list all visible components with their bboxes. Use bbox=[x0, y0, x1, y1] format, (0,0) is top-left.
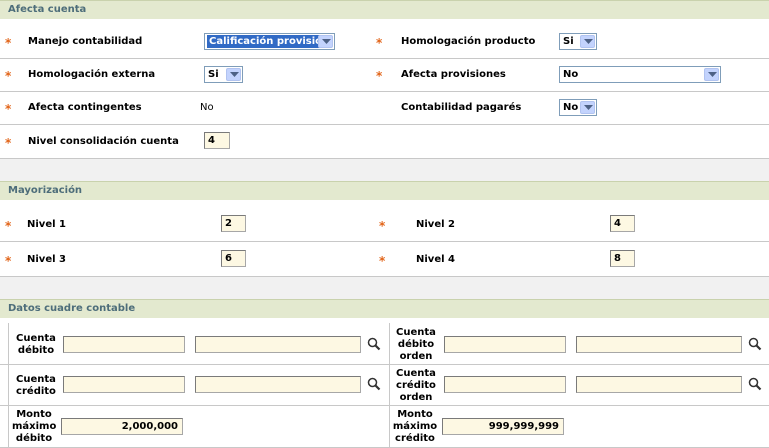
row-divider bbox=[0, 405, 769, 406]
contabilidad-pagares-value: No bbox=[563, 102, 579, 113]
chevron-down-icon bbox=[580, 101, 595, 114]
monto-maximo-credito-label: Monto máximo crédito bbox=[392, 409, 438, 444]
monto-maximo-debito-input[interactable]: 2,000,000 bbox=[61, 418, 183, 435]
chevron-down-icon bbox=[580, 35, 595, 48]
nivel3-label: Nivel 3 bbox=[27, 254, 66, 265]
section-title: Datos cuadre contable bbox=[8, 303, 136, 314]
section-title: Mayorización bbox=[8, 185, 83, 196]
afecta-contingentes-label: Afecta contingentes bbox=[28, 102, 142, 113]
required-marker: * bbox=[5, 69, 12, 83]
nivel2-input[interactable]: 4 bbox=[610, 215, 635, 232]
magnifier-icon[interactable] bbox=[748, 337, 762, 351]
required-marker: * bbox=[5, 102, 12, 116]
section-title: Afecta cuenta bbox=[8, 4, 87, 15]
grid-border bbox=[389, 323, 390, 447]
chevron-down-icon bbox=[318, 35, 333, 48]
cuenta-credito-code-input[interactable] bbox=[63, 376, 185, 393]
required-marker: * bbox=[379, 219, 386, 233]
cuenta-debito-orden-label: Cuenta débito orden bbox=[396, 327, 436, 362]
section-gap bbox=[0, 159, 769, 181]
section-header-mayorizacion: Mayorización bbox=[0, 181, 769, 200]
cuenta-credito-label: Cuenta crédito bbox=[16, 374, 56, 397]
required-marker: * bbox=[5, 254, 12, 268]
cuenta-credito-orden-name-input[interactable] bbox=[576, 376, 742, 393]
contabilidad-pagares-select[interactable]: No bbox=[559, 99, 597, 116]
required-marker: * bbox=[376, 36, 383, 50]
row-divider bbox=[0, 58, 769, 59]
required-marker: * bbox=[5, 136, 12, 150]
cuenta-debito-name-input[interactable] bbox=[195, 336, 361, 353]
afecta-provisiones-value: No bbox=[563, 69, 579, 80]
homologacion-externa-value: Si bbox=[208, 69, 219, 80]
chevron-down-icon bbox=[704, 68, 719, 81]
row-divider bbox=[0, 91, 769, 92]
row-divider bbox=[0, 364, 769, 365]
homologacion-producto-select[interactable]: Si bbox=[559, 33, 597, 50]
afecta-provisiones-select[interactable]: No bbox=[559, 66, 721, 83]
nivel1-label: Nivel 1 bbox=[27, 219, 66, 230]
cuenta-debito-orden-name-input[interactable] bbox=[576, 336, 742, 353]
homologacion-externa-label: Homologación externa bbox=[28, 69, 156, 80]
contabilidad-pagares-label: Contabilidad pagarés bbox=[401, 102, 522, 113]
nivel2-label: Nivel 2 bbox=[416, 219, 455, 230]
homologacion-producto-value: Si bbox=[563, 36, 574, 47]
manejo-contabilidad-value: Calificación provisión bbox=[207, 35, 332, 48]
magnifier-icon[interactable] bbox=[748, 377, 762, 391]
nivel-consolidacion-label: Nivel consolidación cuenta bbox=[28, 136, 179, 147]
nivel-consolidacion-input[interactable]: 4 bbox=[204, 132, 230, 149]
required-marker: * bbox=[376, 69, 383, 83]
required-marker: * bbox=[5, 36, 12, 50]
manejo-contabilidad-select[interactable]: Calificación provisión bbox=[204, 33, 335, 50]
cuenta-credito-name-input[interactable] bbox=[195, 376, 361, 393]
magnifier-icon[interactable] bbox=[367, 377, 381, 391]
afecta-contingentes-value: No bbox=[200, 102, 214, 113]
cuenta-debito-code-input[interactable] bbox=[63, 336, 185, 353]
monto-maximo-debito-label: Monto máximo débito bbox=[12, 409, 57, 444]
nivel4-label: Nivel 4 bbox=[416, 254, 455, 265]
row-divider bbox=[0, 241, 769, 242]
cuenta-credito-orden-code-input[interactable] bbox=[444, 376, 566, 393]
cuenta-credito-orden-label: Cuenta crédito orden bbox=[396, 368, 436, 403]
grid-border bbox=[8, 323, 9, 447]
section-header-datos-cuadre: Datos cuadre contable bbox=[0, 299, 769, 318]
required-marker: * bbox=[5, 219, 12, 233]
magnifier-icon[interactable] bbox=[367, 337, 381, 351]
nivel1-input[interactable]: 2 bbox=[221, 215, 246, 232]
nivel4-input[interactable]: 8 bbox=[610, 250, 635, 267]
chevron-down-icon bbox=[226, 68, 241, 81]
row-divider bbox=[0, 124, 769, 125]
afecta-provisiones-label: Afecta provisiones bbox=[401, 69, 506, 80]
section-gap bbox=[0, 277, 769, 299]
monto-maximo-credito-input[interactable]: 999,999,999 bbox=[442, 418, 564, 435]
manejo-contabilidad-label: Manejo contabilidad bbox=[28, 36, 143, 47]
nivel3-input[interactable]: 6 bbox=[221, 250, 246, 267]
cuenta-debito-label: Cuenta débito bbox=[16, 333, 56, 356]
section-header-afecta-cuenta: Afecta cuenta bbox=[0, 0, 769, 19]
required-marker: * bbox=[379, 254, 386, 268]
cuenta-debito-orden-code-input[interactable] bbox=[444, 336, 566, 353]
homologacion-externa-select[interactable]: Si bbox=[204, 66, 243, 83]
homologacion-producto-label: Homologación producto bbox=[401, 36, 536, 47]
